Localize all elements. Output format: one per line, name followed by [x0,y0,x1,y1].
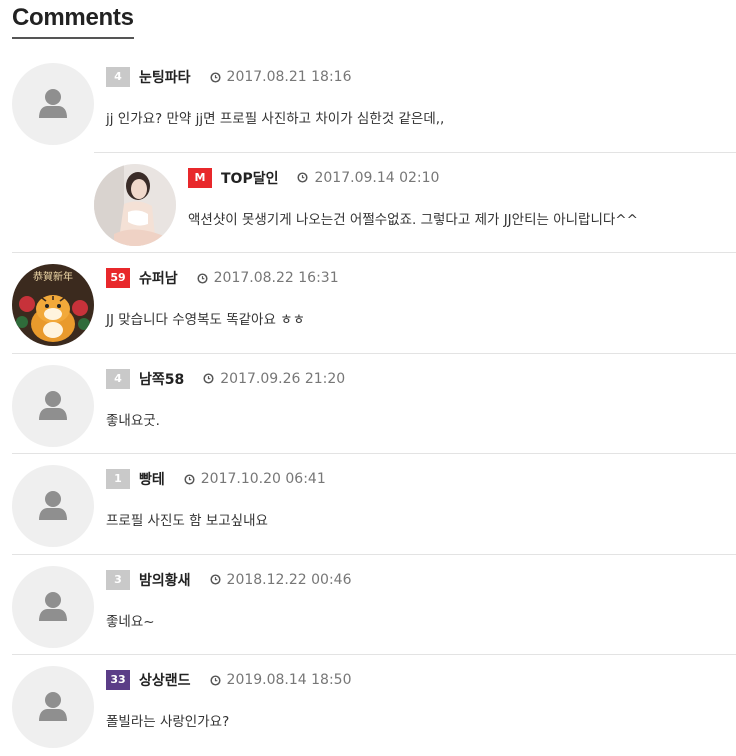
date-text: 2018.12.22 00:46 [226,571,352,588]
level-badge: 3 [106,569,130,590]
comment-text: 폴빌라는 사랑인가요? [106,714,230,730]
comment-list: 4 눈팅파타 2017.08.21 18:16 jj 인가요? 만약 jj면 프… [0,52,736,756]
comment-item: 3 밤의황새 2018.12.22 00:46 좋네요~ [0,555,736,655]
comment-item: 1 빵테 2017.10.20 06:41 프로필 사진도 함 보고싶내요 [0,454,736,555]
avatar[interactable] [12,565,94,648]
author-name[interactable]: 슈퍼남 [139,268,178,288]
comment-item: 恭賀新年 59 슈퍼남 2017.08.22 16:31 JJ 맞습니다 수영복… [0,253,736,354]
avatar[interactable] [12,63,94,145]
author-name[interactable]: 빵테 [139,469,165,489]
comments-heading: Comments [12,4,134,39]
author-name[interactable]: 상상랜드 [139,670,191,690]
level-badge: M [188,167,212,188]
comment-date: 2017.09.26 21:20 [203,371,345,387]
comment-text: 액션샷이 못생기게 나오는건 어쩔수없죠. 그렇다고 제가 JJ안티는 아니랍니… [188,211,638,228]
comment-date: 2017.09.14 02:10 [297,170,439,186]
clock-icon [197,272,208,284]
comment-meta: 4 남쪽58 2017.09.26 21:20 [106,368,345,389]
user-silhouette-icon [39,692,67,721]
comment-date: 2017.08.21 18:16 [209,69,352,85]
comment-date: 2018.12.22 00:46 [209,571,352,588]
comment-date: 2017.08.22 16:31 [197,270,339,286]
avatar[interactable] [12,666,94,748]
clock-icon [209,674,221,686]
avatar[interactable]: 恭賀新年 [12,264,94,346]
svg-text:恭賀新年: 恭賀新年 [33,270,73,283]
comment-text: jj 인가요? 만약 jj면 프로필 사진하고 차이가 심한것 같은데,, [106,111,445,127]
comment-text: JJ 맞습니다 수영복도 똑같아요 ㅎㅎ [106,312,306,328]
level-badge: 4 [106,368,130,389]
level-badge: 59 [106,268,130,288]
avatar[interactable] [94,163,176,246]
author-name[interactable]: 눈팅파타 [139,67,191,87]
comment-item: 4 남쪽58 2017.09.26 21:20 좋내요굿. [0,354,736,454]
comment-date: 2017.10.20 06:41 [184,471,326,487]
tiger-illustration-icon: 恭賀新年 [12,264,94,346]
author-name[interactable]: 밤의황새 [139,570,191,590]
comment-meta: M TOP달인 2017.09.14 02:10 [188,167,439,188]
comment-meta: 59 슈퍼남 2017.08.22 16:31 [106,268,339,288]
clock-icon [209,71,221,83]
comment-text: 좋네요~ [106,613,155,630]
user-silhouette-icon [39,390,67,420]
date-text: 2017.08.22 16:31 [213,270,339,286]
date-text: 2017.08.21 18:16 [226,69,352,85]
comment-date: 2019.08.14 18:50 [209,672,352,688]
clock-icon [203,373,214,384]
user-silhouette-icon [39,591,67,621]
level-badge: 33 [106,670,130,690]
comment-meta: 1 빵테 2017.10.20 06:41 [106,469,326,489]
clock-icon [209,574,221,585]
avatar[interactable] [12,364,94,447]
date-text: 2017.10.20 06:41 [200,471,326,487]
comment-meta: 33 상상랜드 2019.08.14 18:50 [106,670,352,690]
date-text: 2019.08.14 18:50 [226,672,352,688]
comment-text: 프로필 사진도 함 보고싶내요 [106,513,268,529]
clock-icon [297,172,309,183]
user-silhouette-icon [39,491,67,520]
avatar[interactable] [12,465,94,547]
level-badge: 1 [106,469,130,489]
comment-meta: 4 눈팅파타 2017.08.21 18:16 [106,67,352,87]
clock-icon [184,473,195,485]
date-text: 2017.09.14 02:10 [314,169,440,186]
date-text: 2017.09.26 21:20 [220,370,346,387]
author-name[interactable]: TOP달인 [221,168,278,188]
level-badge: 4 [106,67,130,87]
comment-item: 4 눈팅파타 2017.08.21 18:16 jj 인가요? 만약 jj면 프… [0,52,736,153]
comment-item: 33 상상랜드 2019.08.14 18:50 폴빌라는 사랑인가요? [0,655,736,756]
user-silhouette-icon [39,89,67,118]
comment-item: M TOP달인 2017.09.14 02:10 액션샷이 못생기게 나오는건 … [0,153,736,253]
comment-text: 좋내요굿. [106,412,160,429]
author-name[interactable]: 남쪽58 [139,369,184,389]
comment-meta: 3 밤의황새 2018.12.22 00:46 [106,569,352,590]
profile-photo-icon [94,163,176,246]
